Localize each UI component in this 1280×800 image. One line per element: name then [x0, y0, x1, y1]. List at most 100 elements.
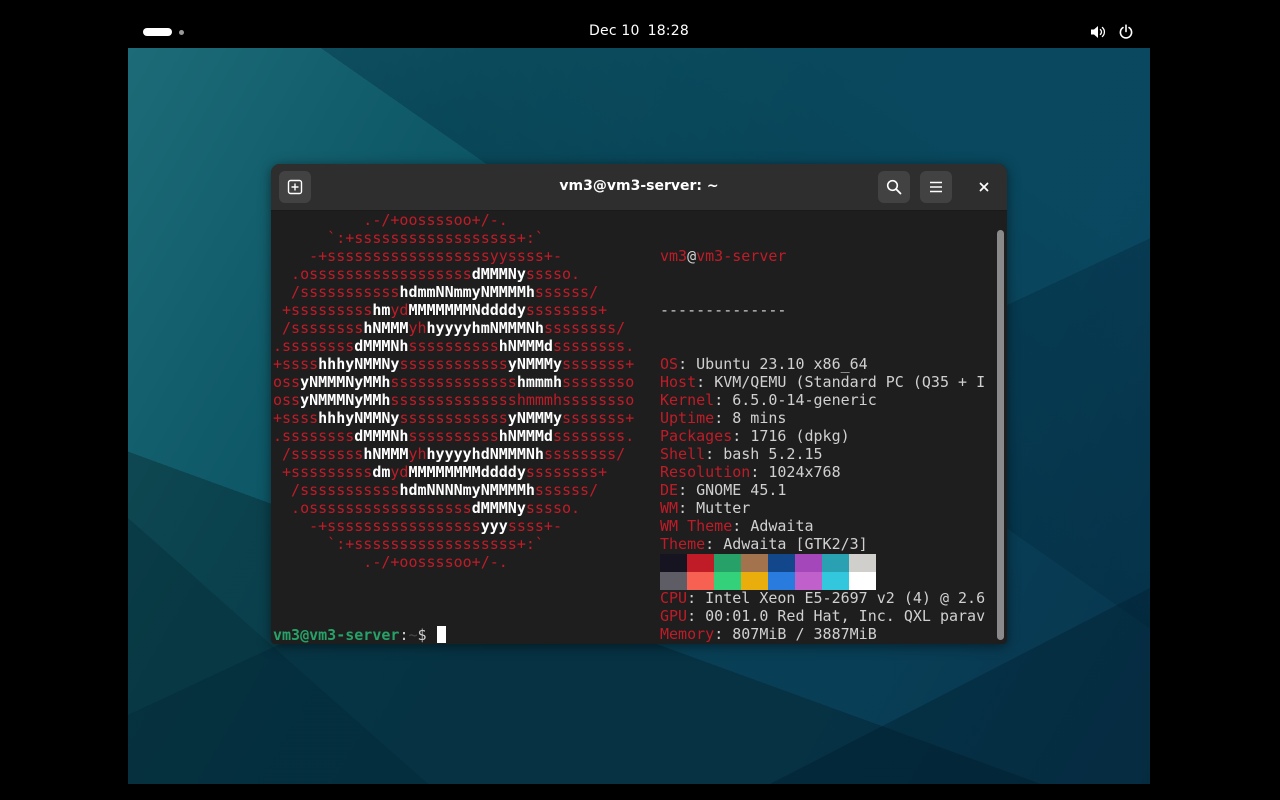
info-colon: :: [732, 517, 751, 535]
logo-segment: dMMMNy: [471, 499, 526, 517]
color-swatch: [822, 554, 849, 572]
logo-line: ossyNMMMNyMMhsssssssssssssshmmmhssssssso: [273, 373, 634, 391]
logo-segment: .ssssssss: [273, 337, 355, 355]
color-swatch: [849, 572, 876, 590]
logo-segment: ssssssss.: [552, 337, 635, 355]
logo-segment: hmmmh: [516, 373, 562, 391]
power-icon[interactable]: [1118, 24, 1134, 40]
search-button[interactable]: [878, 171, 910, 203]
info-colon: :: [714, 625, 733, 643]
color-swatch: [795, 554, 822, 572]
info-value: 1716 (dpkg): [750, 427, 850, 445]
logo-segment: /ssssssss: [273, 319, 364, 337]
info-key: Shell: [660, 445, 706, 463]
text-cursor: [436, 626, 446, 643]
info-colon: :: [678, 499, 697, 517]
info-row: WM: Mutter: [660, 499, 1000, 517]
volume-icon[interactable]: [1090, 24, 1106, 40]
terminal-content[interactable]: .-/+oossssoo+/-. `:+ssssssssssssssssss+:…: [271, 211, 993, 644]
terminal-window[interactable]: vm3@vm3-server: ~ .-/+oossssoo+/-. `:+ss…: [271, 164, 1007, 644]
info-key: Uptime: [660, 409, 715, 427]
logo-segment: oss: [273, 391, 301, 409]
logo-line: .-/+oossssoo+/-.: [273, 553, 634, 571]
logo-line: /ssssssssssshdmNNNNmyNMMMMhssssss/: [273, 481, 634, 499]
logo-segment: `:+ssssssssssssssssss+:`: [273, 229, 599, 247]
logo-segment: hdmNNNNmyNMMMMh: [399, 481, 535, 499]
info-value: Mutter: [696, 499, 751, 517]
desktop-wallpaper: vm3@vm3-server: ~ .-/+oossssoo+/-. `:+ss…: [128, 48, 1150, 784]
logo-line: -+ssssssssssssssssssyyssss+-: [273, 247, 634, 265]
terminal-headerbar[interactable]: vm3@vm3-server: ~: [271, 164, 1007, 211]
clock-time: 18:28: [647, 23, 689, 39]
menu-button[interactable]: [920, 171, 952, 203]
logo-segment: hNMMM: [363, 445, 409, 463]
close-icon: [979, 182, 989, 192]
info-value: 1024x768: [768, 463, 841, 481]
info-colon: :: [714, 409, 733, 427]
info-row: Theme: Adwaita [GTK2/3]: [660, 535, 1000, 553]
color-swatch: [660, 572, 687, 590]
info-colon: :: [705, 445, 724, 463]
logo-segment: ssssssso: [562, 373, 635, 391]
logo-segment: hhhyNMMNy: [318, 409, 400, 427]
info-value: bash 5.2.15: [723, 445, 823, 463]
logo-segment: +sssssssss: [273, 301, 373, 319]
info-row: Packages: 1716 (dpkg): [660, 427, 1000, 445]
screen: Dec 10 18:28 vm3@vm3-server: ~ .-/+oosss…: [128, 16, 1150, 784]
info-colon: :: [714, 391, 733, 409]
color-swatch: [741, 554, 768, 572]
logo-segment: hNMMMd: [498, 427, 553, 445]
logo-segment: ssssssss.: [552, 427, 635, 445]
logo-line: .ssssssssdMMMNhsssssssssshNMMMdssssssss.: [273, 427, 634, 445]
logo-line: `:+ssssssssssssssssss+:`: [273, 535, 634, 553]
shell-prompt[interactable]: vm3@vm3-server:~$: [273, 626, 446, 644]
logo-segment: yNMMMNyMMh: [300, 391, 391, 409]
info-row: WM Theme: Adwaita: [660, 517, 1000, 535]
info-key: Resolution: [660, 463, 751, 481]
info-key: Theme: [660, 535, 706, 553]
clock[interactable]: Dec 10 18:28: [128, 23, 1150, 39]
logo-segment: -+sssssssssssssssss: [273, 517, 481, 535]
color-swatch: [714, 554, 741, 572]
logo-segment: sssssss+: [562, 355, 635, 373]
prompt-symbol: $: [417, 626, 436, 644]
logo-line: .-/+oossssoo+/-.: [273, 211, 634, 229]
logo-segment: hm: [372, 301, 391, 319]
top-bar: Dec 10 18:28: [128, 16, 1150, 48]
info-host: vm3-server: [696, 247, 787, 265]
color-swatch: [741, 572, 768, 590]
logo-segment: yd: [390, 463, 409, 481]
info-value: Adwaita [GTK2/3]: [723, 535, 868, 553]
logo-segment: .ossssssssssssssssss: [273, 265, 472, 283]
info-value: Intel Xeon E5-2697 v2 (4) @ 2.6: [705, 589, 986, 607]
color-swatch: [822, 572, 849, 590]
color-swatch: [714, 572, 741, 590]
logo-segment: hyyyyhmNMMMNh: [426, 319, 544, 337]
logo-line: `:+ssssssssssssssssss+:`: [273, 229, 634, 247]
logo-segment: sssso.: [525, 265, 599, 283]
logo-segment: ssssss/: [534, 283, 617, 301]
logo-segment: yd: [390, 301, 409, 319]
logo-segment: ssssss/: [534, 481, 617, 499]
logo-segment: MMMMMMMMddddy: [408, 463, 526, 481]
logo-segment: ssssssssss: [408, 337, 499, 355]
logo-segment: yh: [408, 445, 427, 463]
info-key: Kernel: [660, 391, 715, 409]
logo-segment: ssssssss+: [525, 463, 617, 481]
info-row: DE: GNOME 45.1: [660, 481, 1000, 499]
logo-segment: ssssssssssss: [399, 409, 508, 427]
info-row: GPU: 00:01.0 Red Hat, Inc. QXL parav: [660, 607, 1000, 625]
info-row: Shell: bash 5.2.15: [660, 445, 1000, 463]
logo-line: /sssssssshNMMMyhhyyyyhdNMMMNhssssssss/: [273, 445, 634, 463]
info-colon: :: [687, 589, 706, 607]
info-value: 6.5.0-14-generic: [732, 391, 877, 409]
logo-segment: ssssssssss: [408, 427, 499, 445]
logo-segment: yNMMMy: [507, 409, 562, 427]
close-button[interactable]: [968, 171, 1000, 203]
info-at: @: [687, 247, 697, 265]
hamburger-menu-icon: [930, 181, 942, 193]
logo-segment: -+ssssssssssssssssssyyssss+-: [273, 247, 599, 265]
logo-segment: dm: [372, 463, 391, 481]
scrollbar[interactable]: [997, 230, 1004, 640]
info-key: Host: [660, 373, 697, 391]
